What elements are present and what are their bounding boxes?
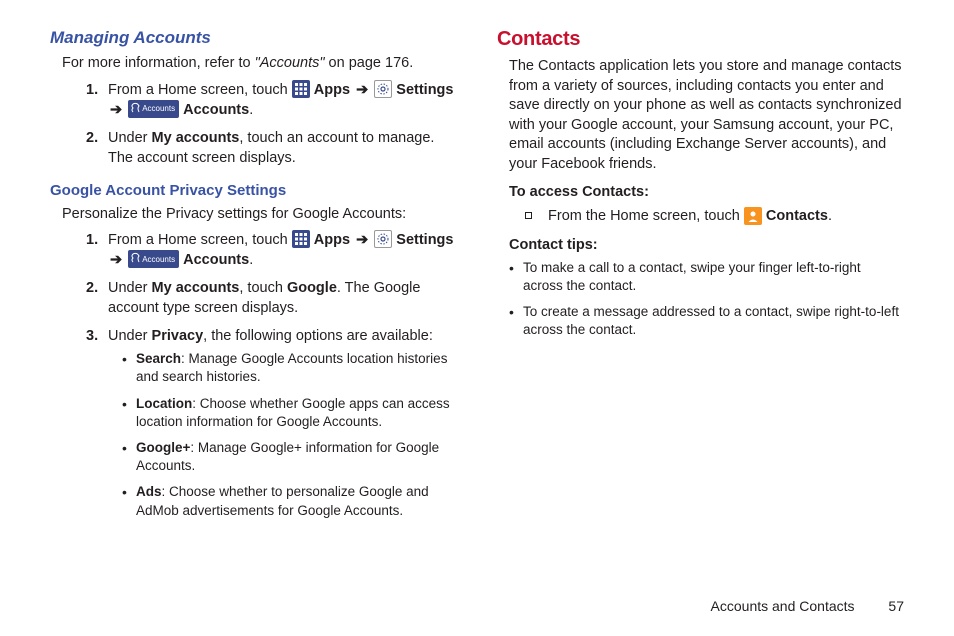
footer-section: Accounts and Contacts (711, 598, 855, 614)
arrow-icon: ➔ (110, 102, 122, 118)
step-item: 1. From a Home screen, touch Apps ➔ Sett… (86, 230, 457, 270)
left-column: Managing Accounts For more information, … (50, 28, 457, 528)
step-item: 2. Under My accounts, touch an account t… (86, 128, 457, 168)
list-item: Google+: Manage Google+ information for … (122, 439, 457, 475)
list-item: Location: Choose whether Google apps can… (122, 395, 457, 431)
contacts-intro: The Contacts application lets you store … (509, 57, 904, 174)
contact-tips-list: To make a call to a contact, swipe your … (509, 259, 904, 340)
managing-accounts-intro: For more information, refer to "Accounts… (62, 54, 457, 74)
subhead-contact-tips: Contact tips: (509, 237, 904, 253)
list-item: Ads: Choose whether to personalize Googl… (122, 483, 457, 519)
heading-managing-accounts: Managing Accounts (50, 28, 457, 48)
list-item: Search: Manage Google Accounts location … (122, 350, 457, 386)
apps-icon (292, 230, 310, 248)
arrow-icon: ➔ (110, 252, 122, 268)
settings-icon (374, 80, 392, 98)
heading-contacts: Contacts (497, 28, 904, 51)
step-item: 3. Under Privacy, the following options … (86, 326, 457, 520)
list-item: To make a call to a contact, swipe your … (509, 259, 904, 295)
contacts-icon (744, 207, 762, 225)
accounts-icon: Accounts (128, 250, 179, 268)
accounts-icon: Accounts (128, 100, 179, 118)
access-contacts-line: From the Home screen, touch Contacts. (525, 206, 904, 226)
page-footer: Accounts and Contacts 57 (711, 598, 904, 614)
arrow-icon: ➔ (356, 232, 368, 248)
google-privacy-steps: 1. From a Home screen, touch Apps ➔ Sett… (86, 230, 457, 520)
google-privacy-intro: Personalize the Privacy settings for Goo… (62, 205, 457, 225)
list-item: To create a message addressed to a conta… (509, 303, 904, 339)
square-bullet-icon (525, 212, 532, 219)
heading-google-privacy: Google Account Privacy Settings (50, 182, 457, 199)
arrow-icon: ➔ (356, 82, 368, 98)
managing-accounts-steps: 1. From a Home screen, touch Apps ➔ Sett… (86, 80, 457, 168)
step-item: 1. From a Home screen, touch Apps ➔ Sett… (86, 80, 457, 120)
right-column: Contacts The Contacts application lets y… (497, 28, 904, 528)
subhead-access-contacts: To access Contacts: (509, 184, 904, 200)
settings-icon (374, 230, 392, 248)
footer-page-number: 57 (888, 598, 904, 614)
apps-icon (292, 80, 310, 98)
step-item: 2. Under My accounts, touch Google. The … (86, 278, 457, 318)
privacy-options-list: Search: Manage Google Accounts location … (122, 350, 457, 520)
